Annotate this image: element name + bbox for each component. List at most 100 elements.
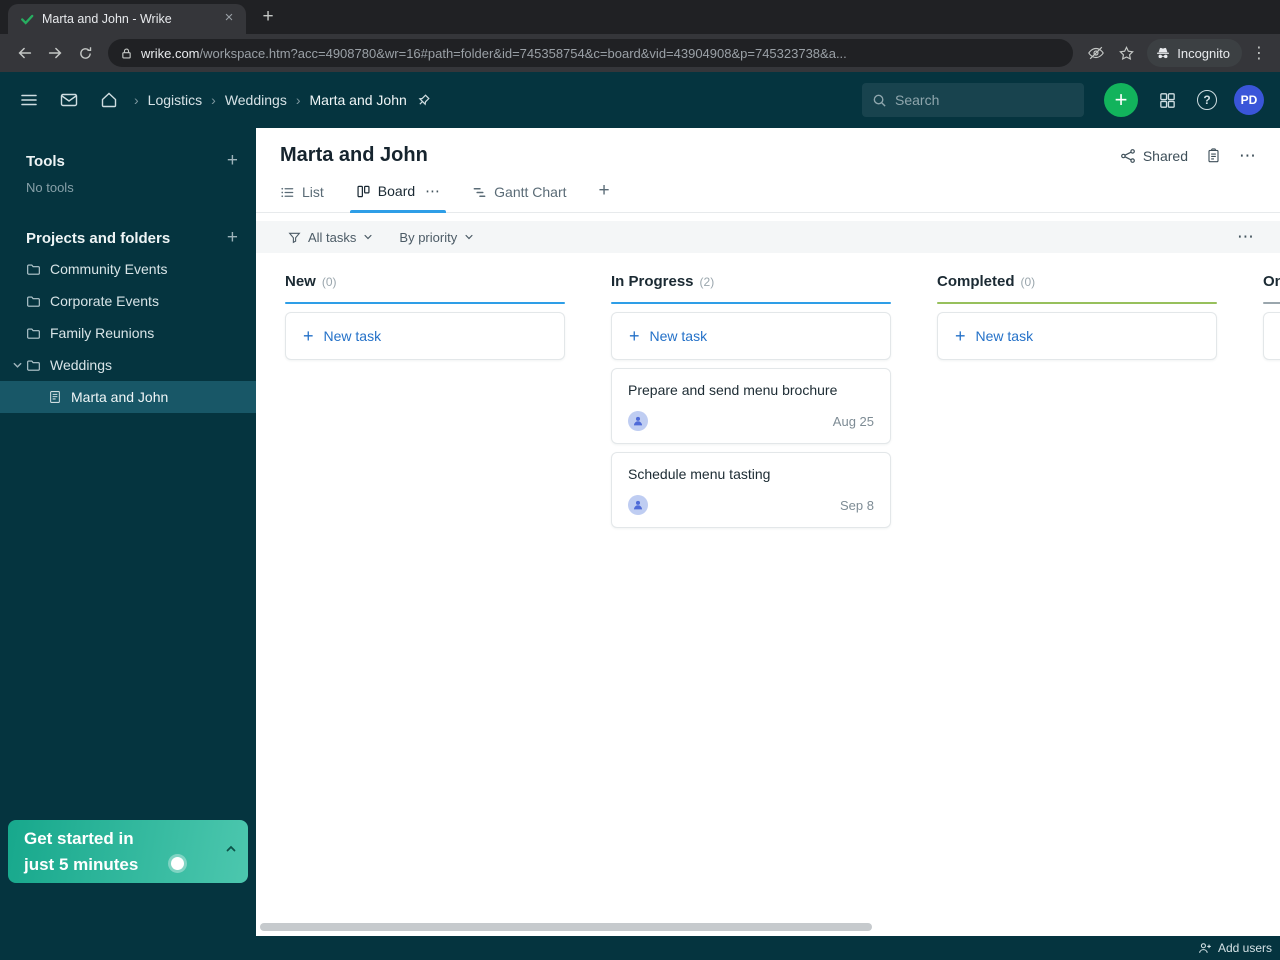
collapse-chevron-up-icon[interactable] bbox=[224, 842, 238, 861]
board-column-in-progress: In Progress (2) + New task Prepare and s… bbox=[611, 273, 891, 528]
new-task-button[interactable]: + New task bbox=[1263, 312, 1280, 360]
column-accent-line bbox=[611, 302, 891, 304]
reload-button[interactable] bbox=[70, 38, 100, 68]
clipboard-icon[interactable] bbox=[1206, 148, 1221, 163]
inbox-mail-icon[interactable] bbox=[50, 81, 88, 119]
tab-gantt-chart[interactable]: Gantt Chart bbox=[472, 184, 567, 212]
breadcrumb: › Logistics › Weddings › Marta and John bbox=[134, 92, 407, 108]
tracking-protection-eye-off-icon[interactable] bbox=[1081, 38, 1111, 68]
search-icon bbox=[872, 93, 887, 108]
projects-section-header: Projects and folders + bbox=[0, 223, 256, 253]
folder-icon bbox=[26, 294, 41, 309]
horizontal-scrollbar[interactable] bbox=[260, 923, 872, 931]
breadcrumb-separator: › bbox=[211, 92, 216, 108]
more-options-icon[interactable]: ⋯ bbox=[1239, 146, 1256, 166]
chevron-down-icon bbox=[464, 232, 474, 242]
new-tab-button[interactable]: + bbox=[256, 6, 280, 28]
sidebar-item-corporate-events[interactable]: Corporate Events bbox=[0, 285, 256, 317]
app-header: › Logistics › Weddings › Marta and John … bbox=[0, 72, 1280, 128]
chevron-down-icon[interactable] bbox=[8, 360, 26, 371]
url-domain: wrike.com bbox=[141, 45, 200, 61]
column-count: (2) bbox=[699, 275, 715, 289]
assignee-avatar[interactable] bbox=[628, 411, 648, 431]
add-tool-button[interactable]: + bbox=[227, 150, 238, 172]
sidebar-item-marta-and-john[interactable]: Marta and John bbox=[0, 381, 256, 413]
board-view-icon bbox=[356, 184, 371, 199]
promo-line-1: Get started in bbox=[24, 829, 134, 848]
new-task-button[interactable]: + New task bbox=[285, 312, 565, 360]
home-icon[interactable] bbox=[90, 81, 128, 119]
filter-all-tasks[interactable]: All tasks bbox=[288, 230, 373, 245]
plus-icon: + bbox=[955, 326, 966, 346]
breadcrumb-logistics[interactable]: Logistics bbox=[148, 92, 202, 108]
browser-tab[interactable]: Marta and John - Wrike × bbox=[8, 4, 246, 34]
board: New (0) + New task In Progress (2) + New… bbox=[256, 253, 1280, 936]
breadcrumb-current[interactable]: Marta and John bbox=[310, 92, 407, 108]
new-task-button[interactable]: + New task bbox=[611, 312, 891, 360]
add-view-button[interactable]: + bbox=[599, 180, 610, 212]
task-card[interactable]: Schedule menu tasting Sep 8 bbox=[611, 452, 891, 528]
board-column-completed: Completed (0) + New task bbox=[937, 273, 1217, 360]
sidebar-item-family-reunions[interactable]: Family Reunions bbox=[0, 317, 256, 349]
tab-board[interactable]: Board ⋯ bbox=[349, 182, 447, 213]
filter-label: All tasks bbox=[308, 229, 357, 245]
promo-line-2: just 5 minutes bbox=[24, 855, 139, 874]
sidebar-item-weddings[interactable]: Weddings bbox=[0, 349, 256, 381]
incognito-badge: Incognito bbox=[1147, 39, 1242, 67]
column-accent-line bbox=[1263, 302, 1280, 304]
breadcrumb-separator: › bbox=[295, 92, 301, 108]
no-tools-label: No tools bbox=[26, 180, 74, 195]
bookmark-star-icon[interactable] bbox=[1111, 38, 1141, 68]
help-button[interactable]: ? bbox=[1188, 81, 1226, 119]
task-card[interactable]: Prepare and send menu brochure Aug 25 bbox=[611, 368, 891, 444]
add-users-label[interactable]: Add users bbox=[1218, 941, 1272, 955]
column-header: Completed (0) bbox=[937, 273, 1217, 290]
address-bar[interactable]: wrike.com/workspace.htm?acc=4908780&wr=1… bbox=[108, 39, 1074, 67]
search-input[interactable] bbox=[895, 92, 1074, 108]
document-icon bbox=[48, 390, 62, 404]
forward-button[interactable] bbox=[40, 38, 70, 68]
header-actions: Shared ⋯ bbox=[1120, 146, 1256, 166]
back-button[interactable] bbox=[10, 38, 40, 68]
group-by-priority[interactable]: By priority bbox=[399, 230, 474, 245]
search-box[interactable] bbox=[862, 83, 1084, 117]
sidebar-item-label: Weddings bbox=[50, 357, 113, 373]
task-due-date: Sep 8 bbox=[840, 497, 874, 513]
hamburger-menu-icon[interactable] bbox=[10, 81, 48, 119]
create-new-button[interactable]: + bbox=[1104, 83, 1138, 117]
browser-toolbar: wrike.com/workspace.htm?acc=4908780&wr=1… bbox=[0, 34, 1280, 72]
column-header: New (0) bbox=[285, 273, 565, 290]
tab-close-icon[interactable]: × bbox=[220, 10, 238, 28]
tab-board-more-icon[interactable]: ⋯ bbox=[425, 182, 440, 200]
user-avatar[interactable]: PD bbox=[1234, 85, 1264, 115]
main-content: Marta and John Shared ⋯ List Board ⋯ Gan… bbox=[256, 128, 1280, 936]
pin-icon[interactable] bbox=[409, 81, 439, 119]
filter-more-icon[interactable]: ⋯ bbox=[1237, 227, 1254, 247]
url-text: wrike.com/workspace.htm?acc=4908780&wr=1… bbox=[141, 46, 847, 61]
project-header: Marta and John Shared ⋯ bbox=[256, 128, 1280, 167]
list-view-icon bbox=[280, 185, 295, 200]
tab-label: Board bbox=[377, 183, 416, 199]
new-task-button[interactable]: + New task bbox=[937, 312, 1217, 360]
group-label: By priority bbox=[399, 229, 458, 245]
sidebar-item-community-events[interactable]: Community Events bbox=[0, 253, 256, 285]
chevron-down-icon bbox=[363, 232, 373, 242]
column-name: On bbox=[1263, 273, 1280, 290]
get-started-promo-card[interactable]: Get started in just 5 minutes bbox=[8, 820, 248, 883]
column-accent-line bbox=[285, 302, 565, 304]
footer-strip: Add users bbox=[0, 936, 1280, 960]
shared-button[interactable]: Shared bbox=[1120, 148, 1188, 164]
tab-list[interactable]: List bbox=[280, 184, 324, 212]
tab-title: Marta and John - Wrike bbox=[42, 12, 172, 26]
screen: Marta and John - Wrike × + wrike.com/wor… bbox=[0, 0, 1280, 960]
breadcrumb-weddings[interactable]: Weddings bbox=[225, 92, 287, 108]
column-header: In Progress (2) bbox=[611, 273, 891, 290]
sidebar: Tools + No tools Projects and folders + … bbox=[0, 128, 256, 936]
tools-section-header: Tools + bbox=[0, 146, 256, 176]
column-name: Completed bbox=[937, 273, 1015, 290]
add-project-button[interactable]: + bbox=[227, 227, 238, 249]
column-accent-line bbox=[937, 302, 1217, 304]
assignee-avatar[interactable] bbox=[628, 495, 648, 515]
browser-menu-kebab-icon[interactable]: ⋮ bbox=[1248, 43, 1270, 63]
apps-grid-icon[interactable] bbox=[1148, 81, 1186, 119]
